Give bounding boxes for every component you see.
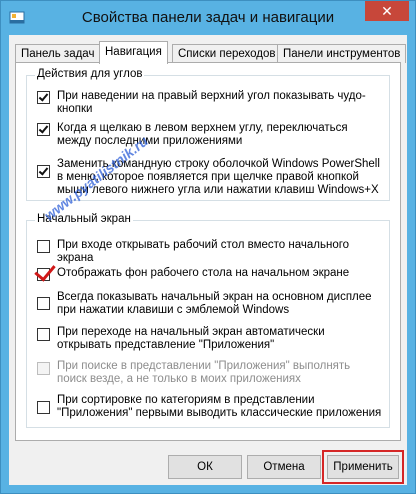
close-button[interactable]: ✕ — [365, 1, 409, 21]
tab-toolbars[interactable]: Панели инструментов — [277, 44, 407, 63]
checkbox[interactable] — [37, 123, 50, 136]
checkbox[interactable] — [37, 297, 50, 310]
title-bar[interactable]: Свойства панели задач и навигации ✕ — [1, 1, 415, 35]
option-label: Всегда показывать начальный экран на осн… — [57, 291, 372, 316]
option-label: При поиске в представлении "Приложения" … — [57, 360, 351, 385]
window-title: Свойства панели задач и навигации — [81, 9, 335, 26]
option-boot-to-desktop[interactable]: При входе открывать рабочий стол вместо … — [37, 239, 377, 264]
ok-button[interactable]: ОК — [168, 455, 242, 479]
dialog-window: Свойства панели задач и навигации ✕ Пане… — [0, 0, 416, 494]
option-label: При сортировке по категориям в представл… — [57, 394, 382, 419]
checkbox[interactable] — [37, 401, 50, 414]
option-search-everywhere: При поиске в представлении "Приложения" … — [37, 360, 377, 388]
option-label: При переходе на начальный экран автомати… — [57, 326, 325, 351]
option-label: Когда я щелкаю в левом верхнем углу, пер… — [57, 122, 348, 147]
tab-taskbar[interactable]: Панель задач — [15, 44, 101, 63]
option-label: При наведении на правый верхний угол пок… — [57, 90, 366, 115]
option-desktop-apps-first[interactable]: При сортировке по категориям в представл… — [37, 394, 381, 422]
dialog-body: Панель задач Навигация Списки переходов … — [9, 35, 407, 485]
checkbox — [37, 362, 50, 375]
option-label: Отображать фон рабочего стола на начальн… — [57, 267, 350, 279]
tab-navigation[interactable]: Навигация — [99, 41, 168, 64]
option-start-on-main-display[interactable]: Всегда показывать начальный экран на осн… — [37, 291, 377, 319]
option-switch-recent-apps[interactable]: Когда я щелкаю в левом верхнем углу, пер… — [37, 122, 377, 150]
option-open-apps-view[interactable]: При переходе на начальный экран автомати… — [37, 326, 377, 354]
cancel-button[interactable]: Отмена — [247, 455, 321, 479]
checkbox[interactable] — [37, 240, 50, 253]
apply-button[interactable]: Применить — [322, 450, 404, 484]
checkbox[interactable] — [37, 91, 50, 104]
navigation-panel: Действия для углов При наведении на прав… — [15, 62, 401, 441]
checkbox[interactable] — [37, 328, 50, 341]
start-screen-group: Начальный экран При входе открывать рабо… — [26, 213, 390, 428]
option-label: При входе открывать рабочий стол вместо … — [57, 239, 350, 264]
tab-jump-lists[interactable]: Списки переходов — [172, 44, 282, 63]
checkbox[interactable] — [37, 165, 50, 178]
corners-group-title: Действия для углов — [35, 68, 145, 80]
option-desktop-background-on-start[interactable]: Отображать фон рабочего стола на начальн… — [34, 259, 377, 283]
